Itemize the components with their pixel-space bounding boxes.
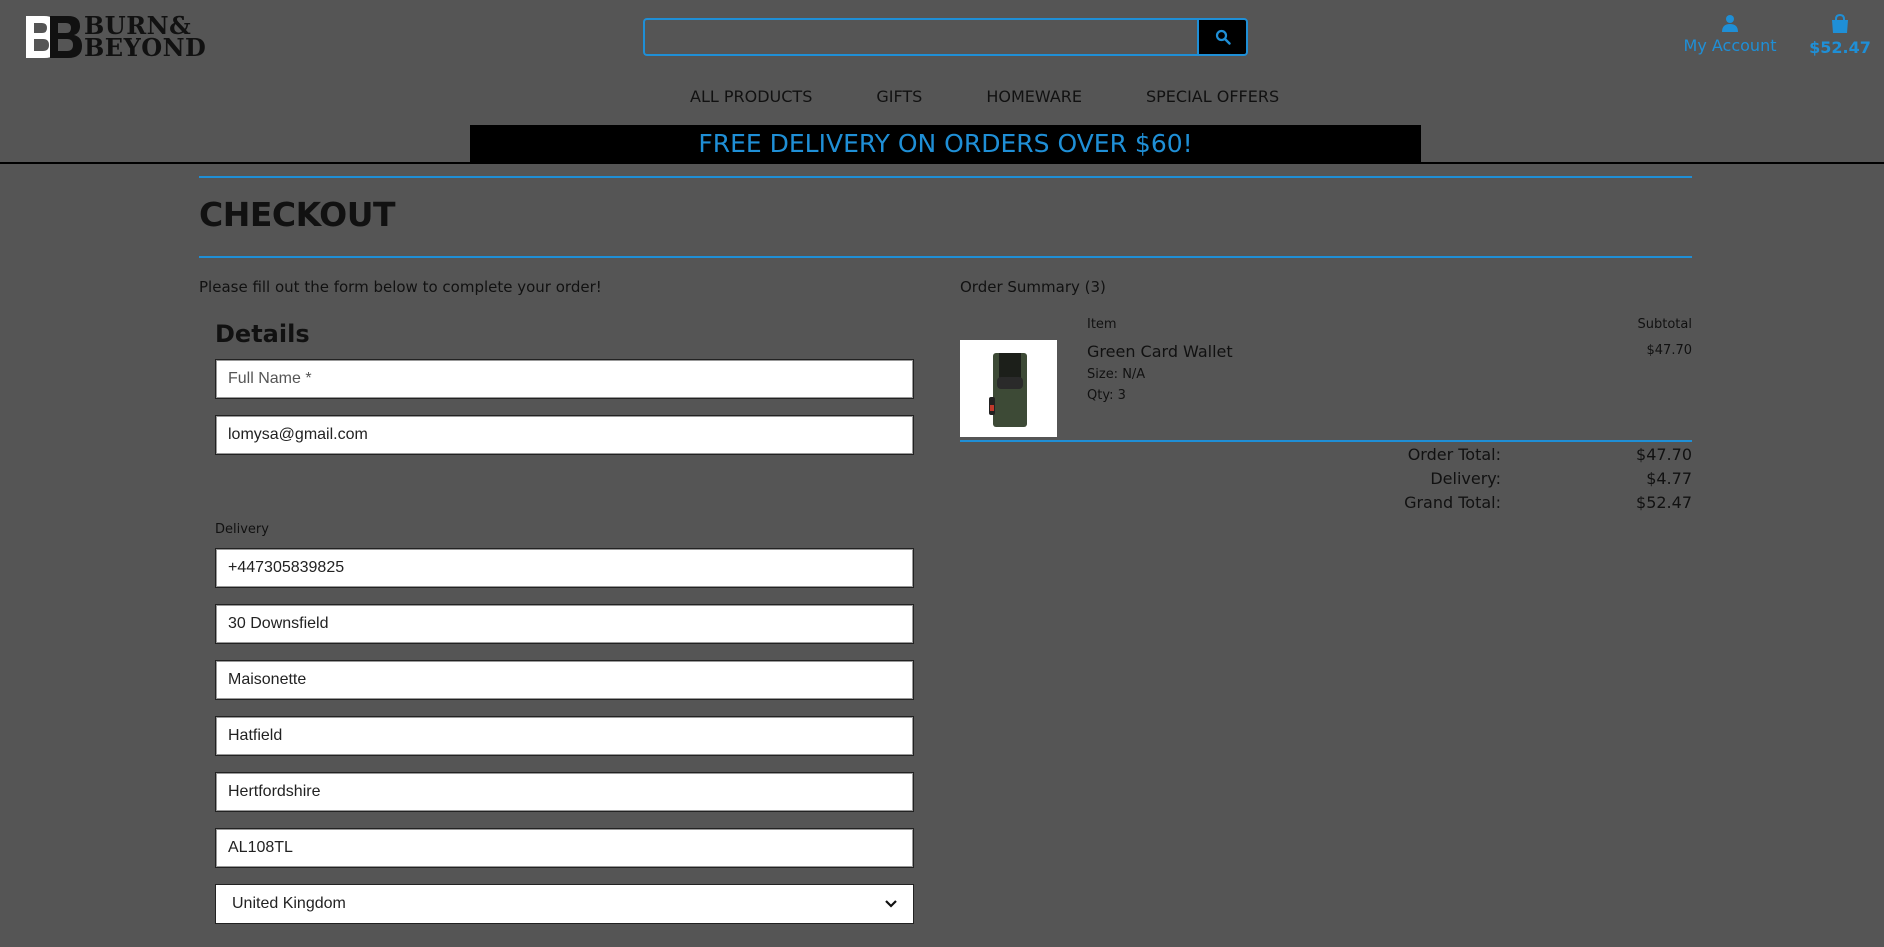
logo-text-line2: BEYOND bbox=[84, 33, 207, 62]
order-total-value: $47.70 bbox=[1636, 445, 1692, 464]
street-address1-field[interactable] bbox=[215, 604, 914, 644]
delivery-cost-value: $4.77 bbox=[1646, 469, 1692, 488]
grand-total-value: $52.47 bbox=[1636, 493, 1692, 512]
cart-total: $52.47 bbox=[1809, 38, 1871, 57]
title-bottom-rule bbox=[199, 256, 1692, 258]
chevron-down-icon bbox=[885, 900, 897, 908]
logo-text: BURN& BEYOND bbox=[84, 14, 207, 62]
product-image bbox=[960, 340, 1057, 437]
country-select[interactable]: United Kingdom bbox=[215, 884, 914, 924]
search-button[interactable] bbox=[1197, 18, 1248, 56]
col-header-item: Item bbox=[1087, 317, 1117, 332]
order-total-label: Order Total: bbox=[1407, 445, 1501, 464]
page-title: CHECKOUT bbox=[199, 195, 396, 234]
nav-item-all-products[interactable]: ALL PRODUCTS bbox=[690, 87, 812, 106]
county-field[interactable] bbox=[215, 772, 914, 812]
shopping-bag-icon bbox=[1832, 14, 1848, 33]
product-name: Green Card Wallet bbox=[1087, 342, 1233, 361]
search-bar bbox=[643, 18, 1248, 56]
nav-item-gifts[interactable]: GIFTS bbox=[876, 87, 922, 106]
header-divider bbox=[0, 162, 1884, 164]
my-account-label: My Account bbox=[1683, 36, 1777, 55]
col-header-subtotal: Subtotal bbox=[1637, 317, 1692, 332]
product-qty: Qty: 3 bbox=[1087, 388, 1126, 403]
delivery-cost-label: Delivery: bbox=[1430, 469, 1501, 488]
title-top-rule bbox=[199, 176, 1692, 178]
checkout-intro: Please fill out the form below to comple… bbox=[199, 278, 602, 296]
logo-mark-icon bbox=[26, 16, 82, 58]
street-address2-field[interactable] bbox=[215, 660, 914, 700]
order-summary-title: Order Summary (3) bbox=[960, 278, 1106, 296]
search-input[interactable] bbox=[643, 18, 1197, 56]
user-icon bbox=[1722, 15, 1738, 32]
cart-link[interactable]: $52.47 bbox=[1806, 14, 1874, 57]
my-account-link[interactable]: My Account bbox=[1680, 14, 1780, 55]
product-size: Size: N/A bbox=[1087, 367, 1146, 382]
town-field[interactable] bbox=[215, 716, 914, 756]
email-field[interactable] bbox=[215, 415, 914, 455]
product-subtotal: $47.70 bbox=[1646, 343, 1693, 358]
country-select-value: United Kingdom bbox=[232, 895, 346, 912]
full-name-field[interactable] bbox=[215, 359, 914, 399]
details-heading: Details bbox=[215, 320, 310, 348]
site-logo[interactable]: BURN& BEYOND bbox=[24, 14, 209, 60]
nav-item-special-offers[interactable]: SPECIAL OFFERS bbox=[1146, 87, 1279, 106]
wallet-image-icon bbox=[988, 352, 1027, 427]
phone-field[interactable] bbox=[215, 548, 914, 588]
free-delivery-banner: FREE DELIVERY ON ORDERS OVER $60! bbox=[470, 125, 1421, 162]
summary-rule bbox=[960, 440, 1692, 442]
main-nav: ALL PRODUCTS GIFTS HOMEWARE SPECIAL OFFE… bbox=[690, 87, 1279, 106]
grand-total-label: Grand Total: bbox=[1404, 493, 1501, 512]
search-icon bbox=[1215, 29, 1231, 45]
delivery-label: Delivery bbox=[215, 522, 269, 537]
postcode-field[interactable] bbox=[215, 828, 914, 868]
nav-item-homeware[interactable]: HOMEWARE bbox=[986, 87, 1082, 106]
